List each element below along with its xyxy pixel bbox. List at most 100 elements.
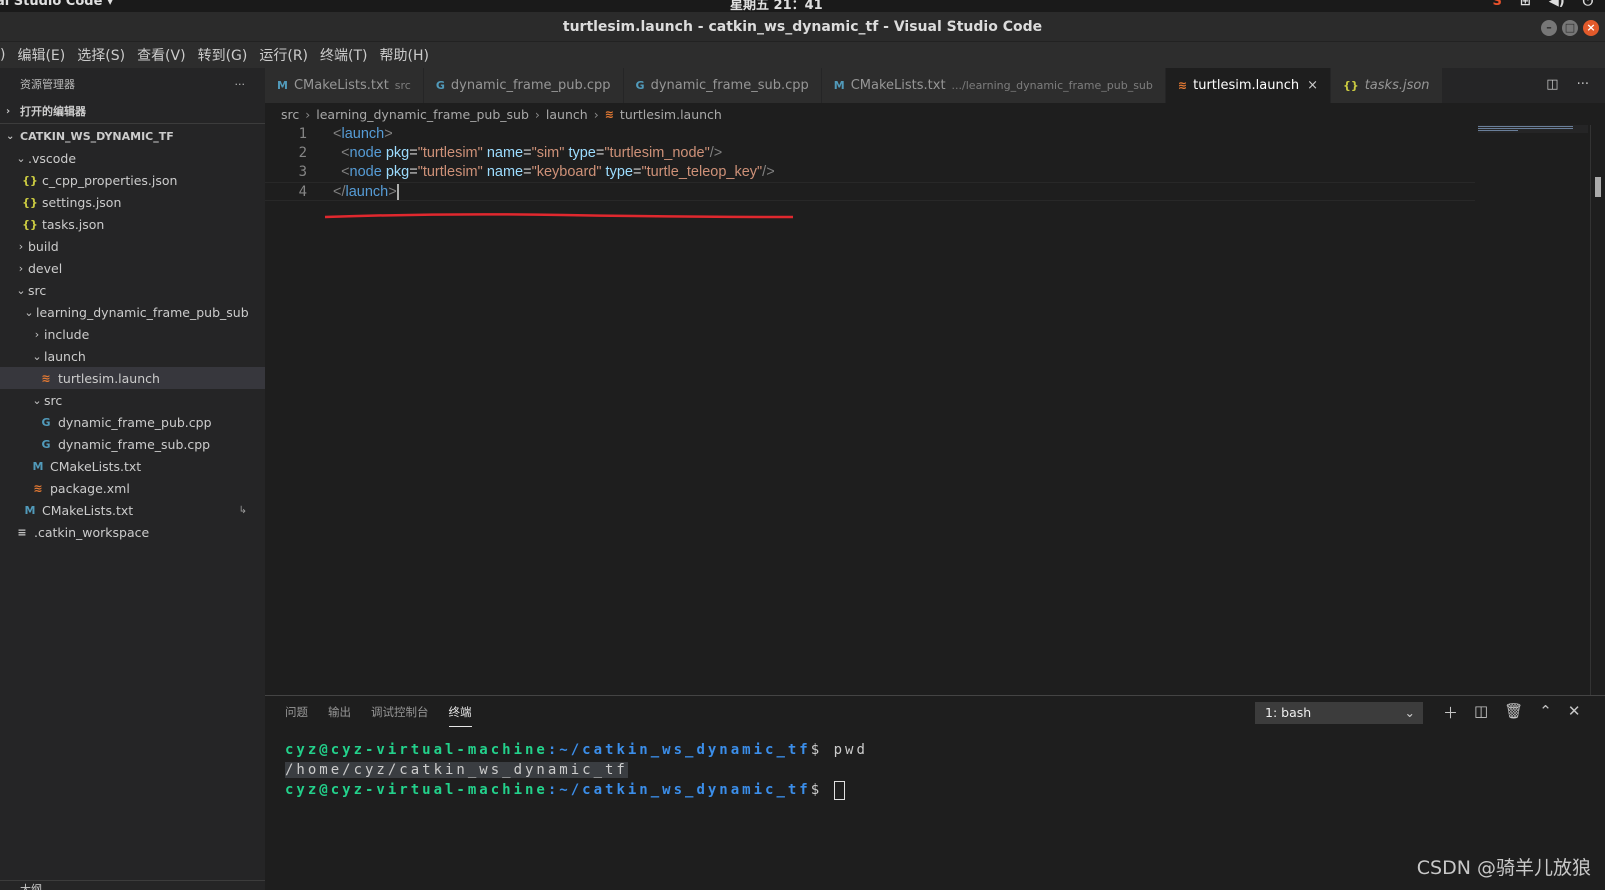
active-app-menu[interactable]: al Studio Code ▾ (0, 0, 113, 9)
menu-item[interactable]: 选择(S) (71, 45, 131, 65)
tree-item[interactable]: M CMakeLists.txt (0, 455, 265, 477)
tree-item[interactable]: ⌄ launch (0, 345, 265, 367)
explorer-more-icon[interactable]: ··· (235, 78, 246, 91)
panel-tab[interactable]: 调试控制台 (371, 704, 429, 727)
menu-item[interactable]: 终端(T) (314, 45, 373, 65)
workspace-section[interactable]: ⌄ CATKIN_WS_DYNAMIC_TF (0, 125, 265, 147)
window-title-bar: turtlesim.launch - catkin_ws_dynamic_tf … (0, 12, 1605, 42)
terminal-prompt-user: cyz@cyz-virtual-machine (285, 742, 548, 758)
breadcrumb-item[interactable]: src (281, 107, 299, 122)
editor-scrollbar[interactable] (1590, 125, 1605, 695)
system-clock[interactable]: 星期五 21：41 (730, 0, 823, 12)
editor-tab[interactable]: M CMakeLists.txt .../learning_dynamic_fram… (821, 68, 1166, 103)
code-line[interactable]: 4 </launch> (265, 182, 1475, 201)
new-terminal-icon[interactable]: ＋ (1443, 702, 1458, 723)
minimize-button[interactable]: – (1541, 20, 1557, 36)
explorer-title: 资源管理器 (20, 78, 75, 91)
terminal-select-value: 1: bash (1265, 705, 1312, 720)
window-controls: – □ × (1541, 20, 1599, 36)
close-tab-icon[interactable]: × (1307, 78, 1318, 93)
close-panel-icon[interactable]: ✕ (1568, 702, 1581, 723)
tree-item[interactable]: Gdynamic_frame_pub.cpp (0, 411, 265, 433)
menu-item[interactable]: 编辑(E) (11, 45, 71, 65)
tree-item-label: devel (28, 260, 63, 276)
launch-file-icon: ≋ (604, 107, 614, 121)
tree-item[interactable]: Gdynamic_frame_sub.cpp (0, 433, 265, 455)
close-window-button[interactable]: × (1583, 20, 1599, 36)
editor-tab[interactable]: {} tasks.json (1331, 68, 1443, 103)
terminal-select[interactable]: 1: bash ⌄ (1255, 702, 1423, 724)
tree-item-label: dynamic_frame_pub.cpp (58, 414, 212, 430)
terminal-prompt-path: :~/catkin_ws_dynamic_tf (547, 742, 811, 758)
tree-item[interactable]: › include (0, 323, 265, 345)
breadcrumb-file[interactable]: turtlesim.launch (620, 107, 722, 122)
split-terminal-icon[interactable]: ◫ (1474, 702, 1488, 723)
tree-item[interactable]: ⌄ src (0, 279, 265, 301)
tree-item[interactable]: M CMakeLists.txt ↳ (0, 499, 265, 521)
editor-tab[interactable]: Gdynamic_frame_pub.cpp (423, 68, 624, 103)
tree-item[interactable]: ≋ package.xml (0, 477, 265, 499)
breadcrumb-item[interactable]: launch (546, 107, 588, 122)
tree-item[interactable]: ≡ .catkin_workspace (0, 521, 265, 543)
bottom-panel: 问题 输出 调试控制台 终端 1: bash ⌄ ＋ ◫ 🗑 ⌃ ✕ cyz@cyz-… (265, 695, 1605, 890)
code-line[interactable]: 3 <node pkg="turtlesim" name="keyboard" … (265, 163, 1475, 182)
code-line[interactable]: 1 <launch> (265, 125, 1475, 144)
launch-file-icon: ≋ (41, 371, 51, 385)
chevron-down-icon: ⌄ (6, 130, 15, 142)
tree-item[interactable]: ⌄ learning_dynamic_frame_pub_sub (0, 301, 265, 323)
panel-tab[interactable]: 问题 (285, 704, 308, 727)
editor-actions: ◫ ··· (1546, 77, 1589, 92)
tree-item[interactable]: › build (0, 235, 265, 257)
file-type-icon: ≋ (1177, 79, 1188, 92)
code-editor[interactable]: 1 <launch> 2 <node pkg="turtlesim" name="s… (265, 125, 1605, 695)
volume-icon[interactable]: ◀) (1549, 0, 1565, 9)
menu-item[interactable]: 运行(R) (253, 45, 314, 65)
code-line[interactable]: 2 <node pkg="turtlesim" name="sim" type=… (265, 144, 1475, 163)
chevron-down-icon: ⌄ (1404, 705, 1415, 720)
code-token: "turtle_teleop_key" (641, 164, 763, 180)
tree-item[interactable]: {} c_cpp_properties.json (0, 169, 265, 191)
line-number: 4 (298, 184, 307, 200)
tree-item-label: tasks.json (42, 216, 105, 232)
tab-label: dynamic_frame_sub.cpp (650, 78, 809, 93)
minimap[interactable] (1478, 125, 1588, 133)
power-icon[interactable]: ⏻ (1583, 0, 1593, 9)
tree-item[interactable]: {} tasks.json (0, 213, 265, 235)
menu-item[interactable]: 转到(G) (192, 45, 254, 65)
editor-tab[interactable]: Gdynamic_frame_sub.cpp (623, 68, 822, 103)
tree-item[interactable]: ≋ turtlesim.launch (0, 367, 265, 389)
launch-file-icon: ≋ (33, 481, 43, 495)
breadcrumb-item[interactable]: learning_dynamic_frame_pub_sub (316, 107, 529, 122)
panel-tab[interactable]: 输出 (328, 704, 351, 727)
more-actions-icon[interactable]: ··· (1577, 77, 1589, 92)
input-method-icon[interactable]: S (1492, 0, 1501, 9)
line-number: 3 (298, 164, 307, 180)
tree-item[interactable]: {} settings.json (0, 191, 265, 213)
tree-item-label: turtlesim.launch (58, 370, 160, 386)
menu-item[interactable]: 查看(V) (131, 45, 192, 65)
code-token: "sim" (531, 145, 565, 161)
code-token: "turtlesim" (417, 145, 483, 161)
explorer-header: 资源管理器 ··· (0, 68, 265, 100)
chevron-down-icon: ⌄ (16, 283, 26, 297)
editor-tab[interactable]: ≋ turtlesim.launch × (1165, 68, 1332, 103)
tree-item[interactable]: ⌄ src (0, 389, 265, 411)
scrollbar-thumb[interactable] (1595, 177, 1601, 197)
menu-item[interactable]: ) (0, 47, 11, 63)
editor-tab[interactable]: M CMakeLists.txt src (265, 68, 424, 103)
code-text: <node pkg="turtlesim" name="keyboard" ty… (333, 163, 775, 182)
tree-item[interactable]: › devel (0, 257, 265, 279)
outline-section[interactable]: 大纲 (0, 880, 265, 890)
panel-tab[interactable]: 终端 (448, 704, 472, 727)
open-editors-section[interactable]: › 打开的编辑器 (0, 100, 265, 122)
maximize-panel-icon[interactable]: ⌃ (1539, 702, 1552, 723)
network-icon[interactable]: ⊞ (1520, 0, 1531, 9)
tree-item[interactable]: ⌄ .vscode (0, 147, 265, 169)
trash-icon[interactable]: 🗑 (1504, 702, 1523, 723)
split-editor-icon[interactable]: ◫ (1546, 77, 1558, 92)
file-tree: ⌄ .vscode{} c_cpp_properties.json{} setting… (0, 147, 265, 543)
maximize-button[interactable]: □ (1562, 20, 1578, 36)
menu-item[interactable]: 帮助(H) (374, 45, 435, 65)
terminal-output[interactable]: cyz@cyz-virtual-machine:~/catkin_ws_dyna… (285, 740, 868, 800)
